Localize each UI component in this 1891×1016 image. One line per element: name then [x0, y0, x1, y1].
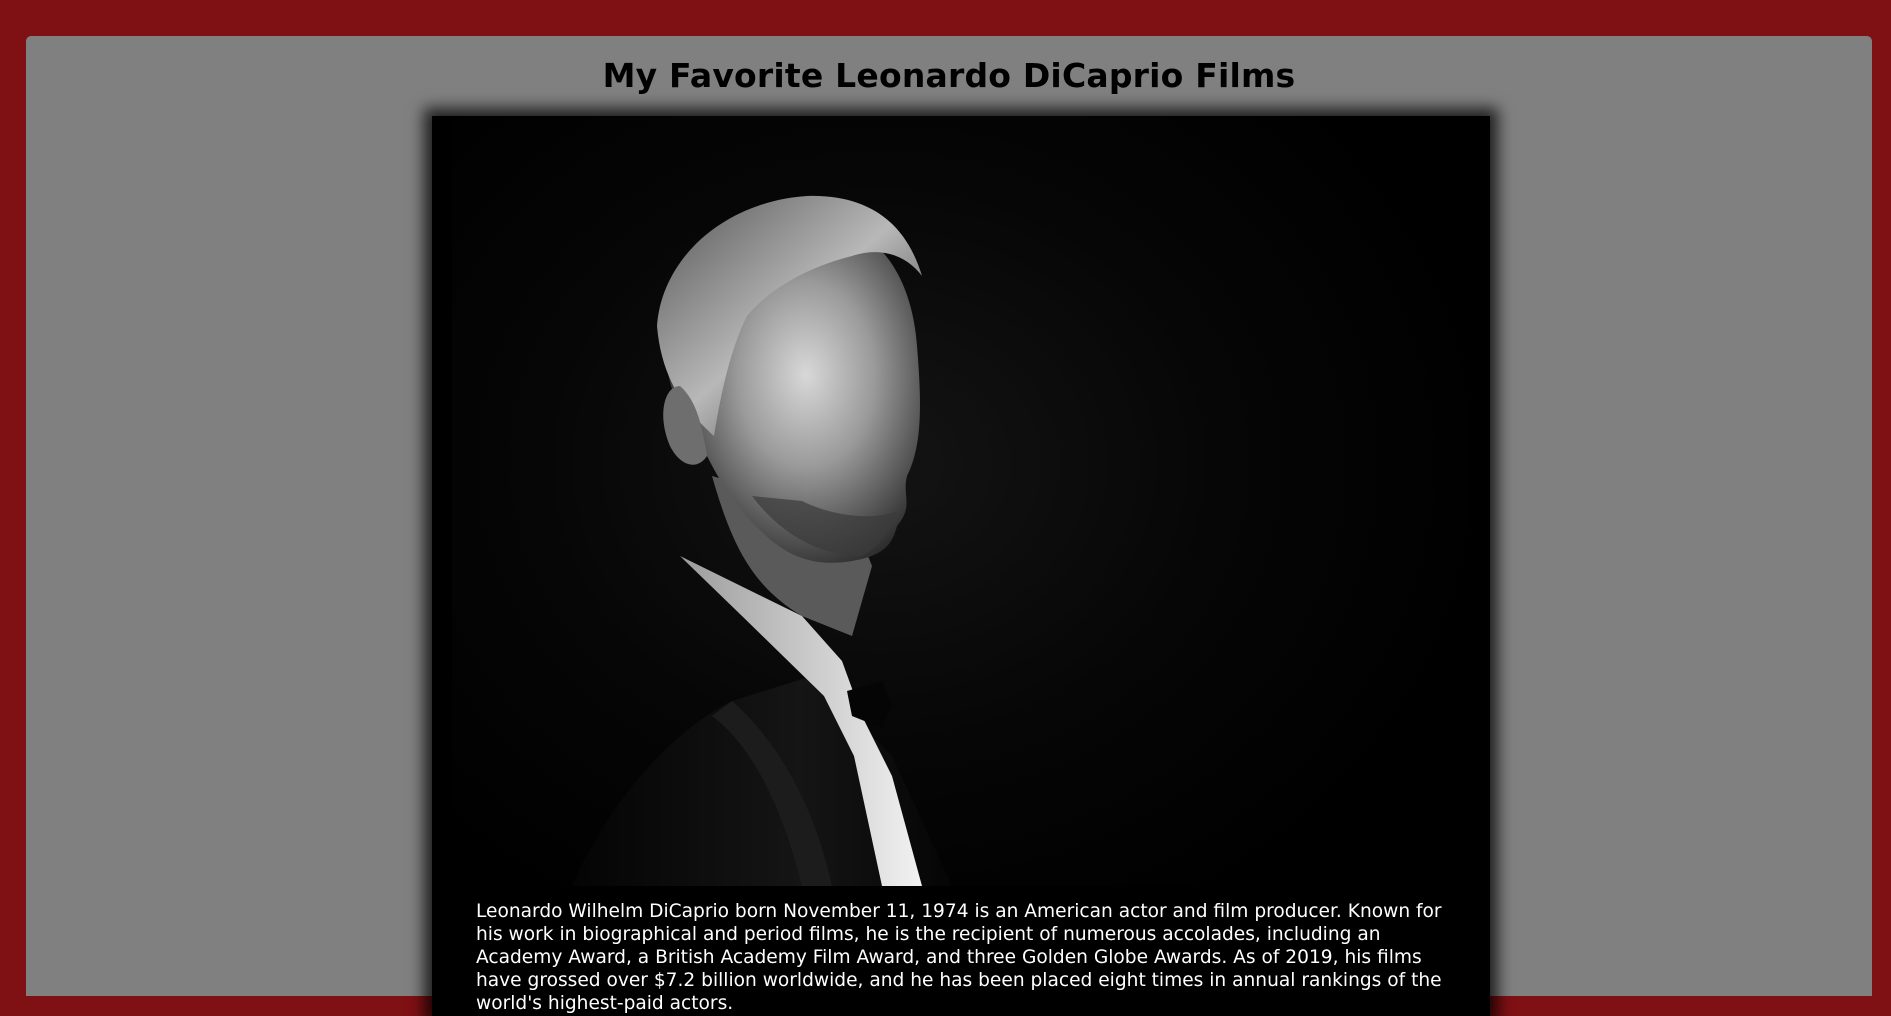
- page-title: My Favorite Leonardo DiCaprio Films: [602, 56, 1296, 95]
- hero-card: Leonardo Wilhelm DiCaprio born November …: [432, 116, 1490, 1016]
- content-panel: My Favorite Leonardo DiCaprio Films Leon…: [26, 36, 1872, 1016]
- portrait-image: [452, 116, 1470, 886]
- bio-text: Leonardo Wilhelm DiCaprio born November …: [476, 901, 1442, 1014]
